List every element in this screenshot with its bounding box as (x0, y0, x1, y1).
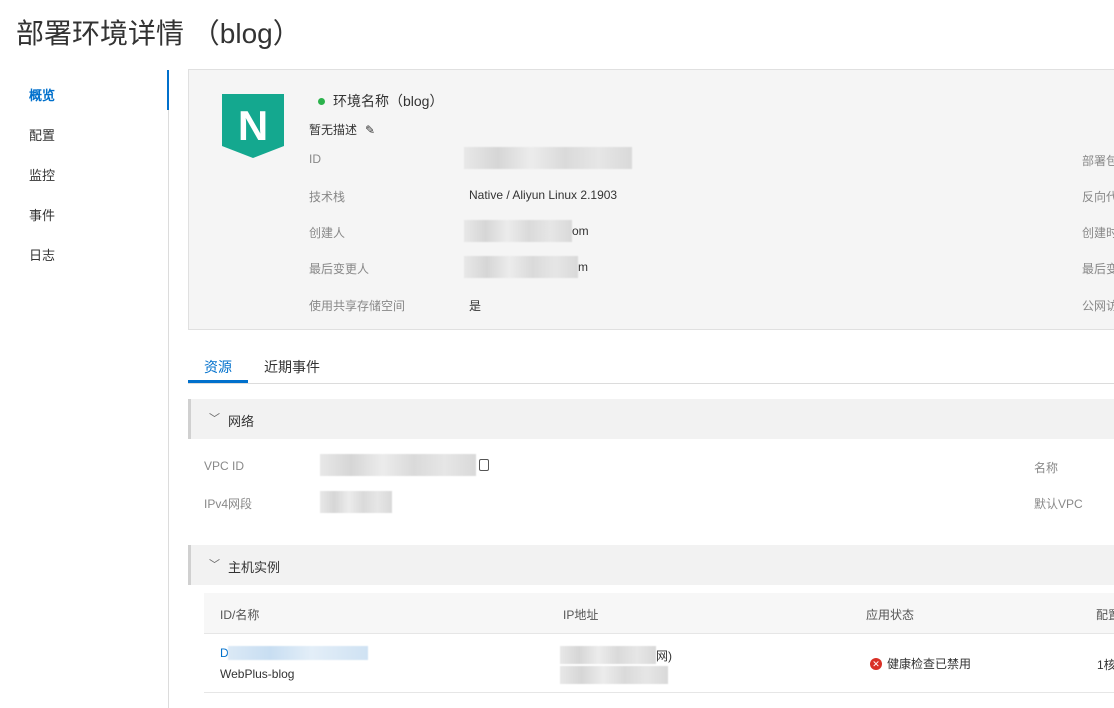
network-section-header[interactable]: ﹀ 网络 (188, 399, 1114, 439)
error-icon: ✕ (870, 657, 882, 670)
id-label: ID (309, 152, 321, 166)
vpc-id-redacted (320, 454, 476, 476)
tab-active-underline (188, 380, 248, 383)
svg-text:N: N (238, 102, 268, 149)
chevron-down-icon: ﹀ (209, 413, 220, 425)
ip-value-redacted (560, 646, 656, 664)
package-label: 部署包 (1082, 154, 1114, 168)
creator-value-redacted (464, 220, 572, 242)
modifier-value-tail: m (578, 260, 588, 274)
column-header-id-name: ID/名称 (220, 608, 260, 622)
nav-item-logs[interactable]: 日志 (29, 245, 55, 264)
stack-label: 技术栈 (309, 190, 346, 204)
page-title: 部署环境详情 （blog） (16, 18, 301, 49)
instance-config: 1核 (1097, 658, 1114, 672)
column-header-app-status: 应用状态 (866, 608, 915, 622)
stack-value: Native / Aliyun Linux 2.1903 (469, 188, 618, 202)
native-logo-icon: N (222, 94, 284, 158)
created-time-label: 创建时 (1082, 226, 1114, 240)
chevron-down-icon: ﹀ (209, 559, 220, 571)
nav-active-indicator (167, 70, 169, 110)
shared-storage-label: 使用共享存储空间 (309, 299, 406, 313)
reverse-proxy-label: 反向代 (1082, 190, 1114, 204)
vpc-name-label: 名称 (1034, 461, 1059, 475)
column-header-config: 配置 (1096, 608, 1114, 622)
side-nav: 概览 配置 监控 事件 日志 (0, 70, 169, 708)
description: 暂无描述 ✎ (309, 121, 375, 138)
creator-value-tail: om (572, 224, 589, 238)
modifier-value-redacted (464, 256, 578, 278)
instances-table-header: ID/名称 IP地址 应用状态 配置 (204, 593, 1114, 634)
last-modified-label: 最后变 (1082, 262, 1114, 276)
network-section-title: 网络 (228, 414, 255, 429)
id-value-redacted (464, 147, 632, 169)
instance-id-redacted (228, 646, 368, 660)
instances-section-header[interactable]: ﹀ 主机实例 (188, 545, 1114, 585)
ipv4-value-redacted (320, 491, 392, 513)
copy-icon[interactable] (479, 459, 489, 471)
ip-value-2-redacted (560, 666, 668, 684)
table-row: D WebPlus-blog 网) ✕ 健康检查已禁用 1核 (204, 634, 1114, 693)
nav-item-overview[interactable]: 概览 (29, 85, 55, 104)
instance-name: WebPlus-blog (220, 667, 295, 681)
creator-label: 创建人 (309, 226, 346, 240)
column-header-ip: IP地址 (563, 608, 599, 622)
environment-name-text: 环境名称（blog） (333, 93, 444, 109)
edit-pencil-icon[interactable]: ✎ (365, 123, 375, 137)
vpc-id-label: VPC ID (204, 459, 245, 473)
nav-item-monitor[interactable]: 监控 (29, 165, 55, 184)
default-vpc-label: 默认VPC (1034, 497, 1083, 511)
instances-section-title: 主机实例 (228, 560, 281, 575)
description-text: 暂无描述 (309, 123, 358, 137)
environment-name: 环境名称（blog） (318, 91, 443, 111)
shared-storage-value: 是 (469, 299, 482, 313)
app-status: ✕ 健康检查已禁用 (870, 655, 971, 672)
nav-item-config[interactable]: 配置 (29, 125, 55, 144)
app-status-text: 健康检查已禁用 (887, 657, 972, 671)
tab-recent-events[interactable]: 近期事件 (264, 357, 320, 377)
modifier-label: 最后变更人 (309, 262, 370, 276)
public-access-label: 公网访 (1082, 299, 1114, 313)
ipv4-label: IPv4网段 (204, 497, 253, 511)
tab-resources[interactable]: 资源 (204, 357, 232, 377)
nav-item-events[interactable]: 事件 (29, 205, 55, 224)
status-dot-icon (318, 97, 325, 105)
ip-value-tail: 网) (656, 649, 672, 663)
resource-tabs: 资源 近期事件 (188, 346, 1114, 384)
